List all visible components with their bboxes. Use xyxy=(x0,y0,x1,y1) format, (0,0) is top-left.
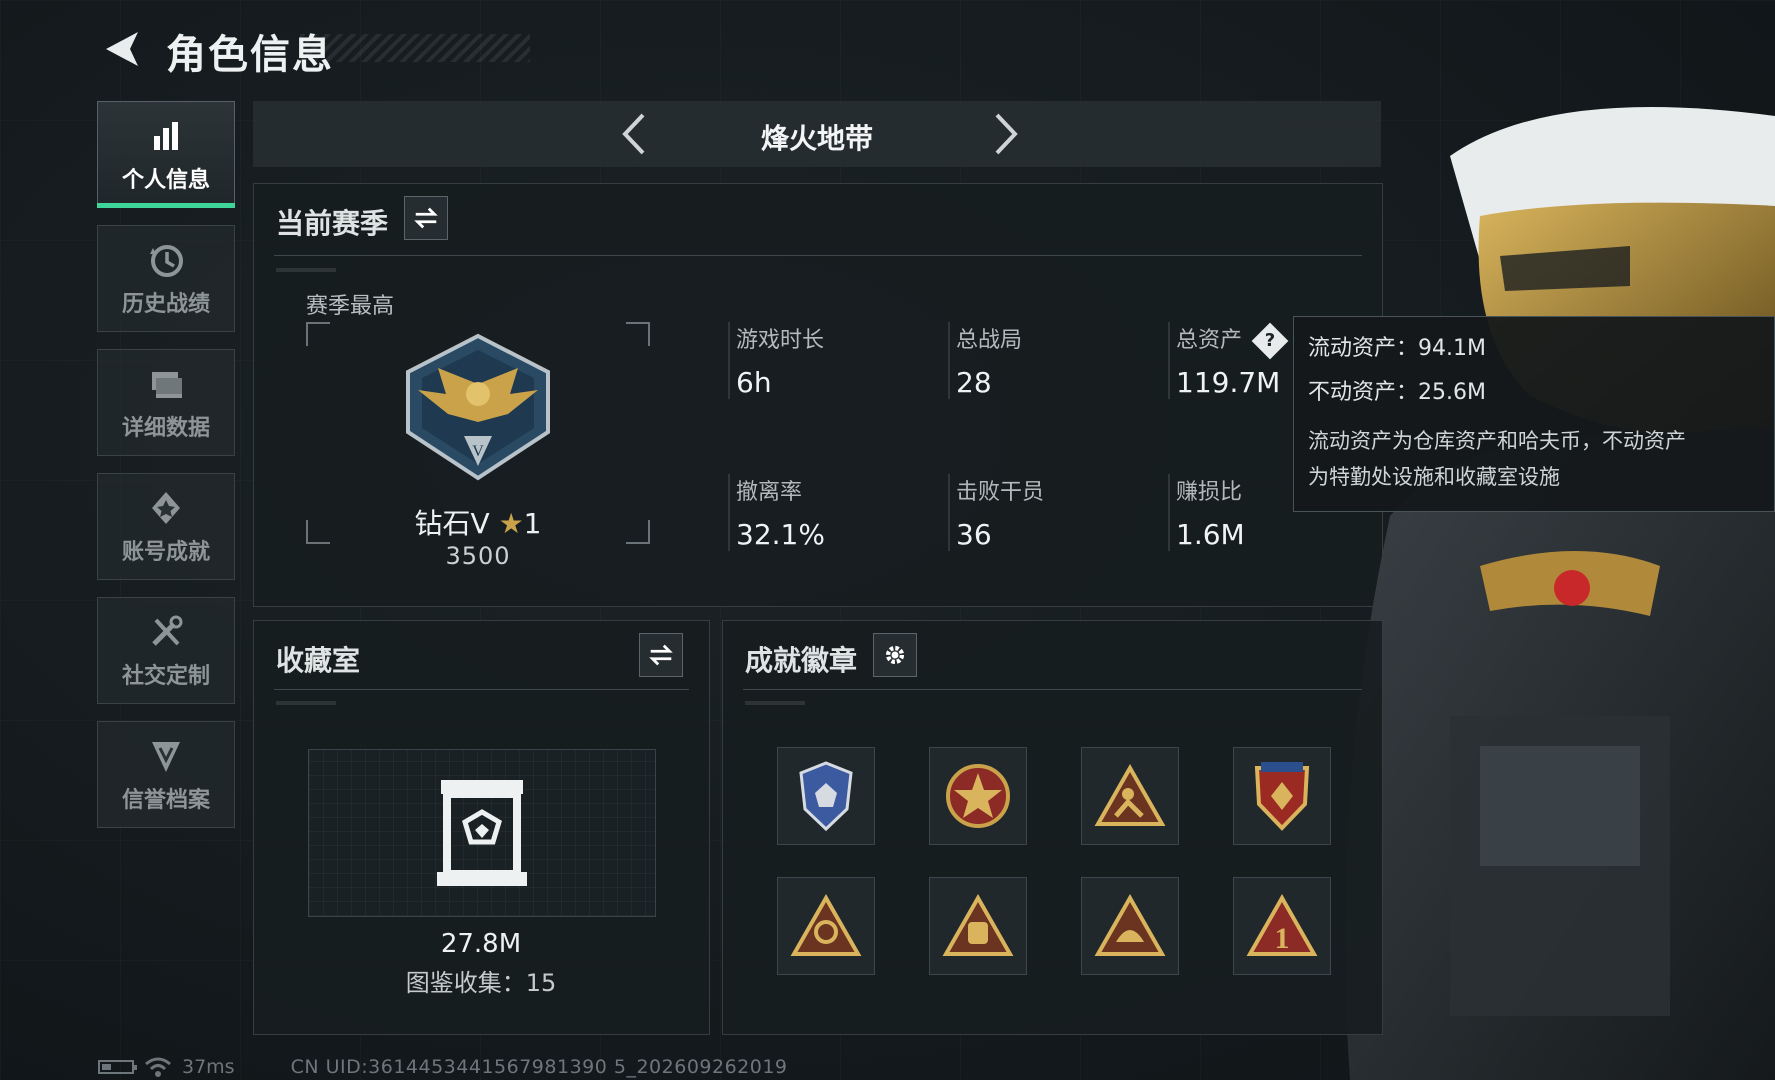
collection-panel: 收藏室 27.8M 图鉴收集：15 xyxy=(253,620,710,1035)
chevron-right-icon xyxy=(995,113,1018,155)
rank-name: 钻石V xyxy=(414,507,490,540)
sidebar-item-reputation[interactable]: 信誉档案 xyxy=(97,721,235,828)
police-badge-icon xyxy=(799,761,853,832)
badge-panel: 成就徽章 1 xyxy=(722,620,1383,1035)
badge-slot[interactable] xyxy=(777,877,875,975)
vault-display-case-icon xyxy=(437,780,527,886)
asset-note-line: 流动资产为仓库资产和哈夫币，不动资产 xyxy=(1308,429,1686,453)
user-id: CN UID:3614453441567981390 5_20260926201… xyxy=(290,1056,788,1078)
vault-card[interactable] xyxy=(308,749,656,917)
subtitle-decoration xyxy=(745,701,805,705)
rank-star-icon: ★ xyxy=(498,507,524,540)
history-icon xyxy=(150,244,183,277)
badge-slot[interactable] xyxy=(1233,747,1331,845)
stat-kills: 击败干员 36 xyxy=(948,474,1146,551)
divider xyxy=(743,689,1362,690)
catalog-count: 图鉴收集：15 xyxy=(405,969,557,997)
gear-icon xyxy=(885,645,905,665)
rank-score: 3500 xyxy=(445,542,511,570)
badge-title: 成就徽章 xyxy=(745,644,858,677)
divider xyxy=(274,255,1362,256)
sidebar: 个人信息 历史战绩 详细数据 账号成就 社交定制 信誉档案 xyxy=(97,101,235,845)
triangle-hands-icon xyxy=(790,894,862,956)
svg-text:V: V xyxy=(472,443,484,460)
vault-value: 27.8M xyxy=(440,929,522,959)
diamond-rank-emblem-icon: V xyxy=(406,333,550,481)
sidebar-item-achievements[interactable]: 账号成就 xyxy=(97,473,235,580)
sidebar-item-label: 社交定制 xyxy=(121,663,210,689)
season-best-label: 赛季最高 xyxy=(306,294,395,319)
badge-slot[interactable] xyxy=(1081,877,1179,975)
stat-extraction-rate: 撤离率 32.1% xyxy=(728,474,926,551)
sidebar-item-label: 个人信息 xyxy=(121,167,210,193)
swap-icon xyxy=(649,644,673,666)
liquid-assets: 流动资产：94.1M xyxy=(1308,336,1486,361)
battery-icon xyxy=(98,1060,137,1074)
sidebar-item-label: 账号成就 xyxy=(121,539,210,565)
asset-tooltip: 流动资产：94.1M 不动资产：25.6M 流动资产为仓库资产和哈夫币，不动资产… xyxy=(1293,316,1775,512)
divider xyxy=(274,689,689,690)
season-panel: 当前赛季 赛季最高 V 钻石V ★1 3500 游戏时长 6h 总战局 28 总… xyxy=(253,183,1383,607)
crest-shield-icon xyxy=(1254,762,1310,831)
stat-playtime: 游戏时长 6h xyxy=(728,322,926,399)
stat-label: 撤离率 xyxy=(736,480,803,505)
ping: 37ms xyxy=(182,1056,235,1078)
triangle-runner-icon xyxy=(1094,764,1166,826)
bar-chart-icon xyxy=(154,121,178,150)
data-stack-icon xyxy=(152,371,182,398)
stat-label: 总战局 xyxy=(956,328,1023,353)
badge-settings-button[interactable] xyxy=(873,633,917,677)
shield-emblem-icon xyxy=(152,741,180,772)
rank-name-row: 钻石V ★1 xyxy=(306,502,650,542)
stat-label-text: 总资产 xyxy=(1176,328,1243,353)
sidebar-item-history[interactable]: 历史战绩 xyxy=(97,225,235,332)
back-arrow-icon xyxy=(106,32,138,66)
sidebar-item-personal-info[interactable]: 个人信息 xyxy=(97,101,235,208)
badge-slot[interactable] xyxy=(1081,747,1179,845)
sidebar-item-label: 历史战绩 xyxy=(121,291,210,317)
mode-title: 烽火地带 xyxy=(760,122,873,155)
next-mode-button[interactable] xyxy=(981,111,1027,157)
badge-slot[interactable] xyxy=(777,747,875,845)
switch-collection-button[interactable] xyxy=(639,633,683,677)
achievement-icon xyxy=(152,491,180,524)
tools-icon xyxy=(152,615,183,646)
triangle-number-one-icon: 1 xyxy=(1246,894,1318,956)
stat-value: 36 xyxy=(956,518,992,551)
rank-stars: 1 xyxy=(523,507,542,540)
triangle-helmet-icon xyxy=(1094,894,1166,956)
fixed-assets: 不动资产：25.6M xyxy=(1308,380,1486,405)
stat-value: 6h xyxy=(736,366,772,399)
stat-value: 28 xyxy=(956,366,992,399)
switch-season-button[interactable] xyxy=(404,196,448,240)
stat-label: 游戏时长 xyxy=(736,328,825,353)
asset-note-line: 为特勤处设施和收藏室设施 xyxy=(1308,465,1560,489)
badge-slot[interactable] xyxy=(929,747,1027,845)
subtitle-decoration xyxy=(276,701,336,705)
svg-text:1: 1 xyxy=(1275,922,1290,955)
stat-total-matches: 总战局 28 xyxy=(948,322,1146,399)
help-icon[interactable]: ? xyxy=(1251,322,1289,360)
swap-icon xyxy=(414,207,438,229)
collection-title: 收藏室 xyxy=(276,644,361,677)
sidebar-item-label: 详细数据 xyxy=(121,415,210,441)
title-decoration xyxy=(300,34,530,62)
mode-selector: 烽火地带 xyxy=(253,101,1381,167)
wifi-icon xyxy=(145,1057,171,1077)
stat-label: 击败干员 xyxy=(956,480,1045,505)
badge-slot[interactable]: 1 xyxy=(1233,877,1331,975)
badge-slot[interactable] xyxy=(929,877,1027,975)
asset-note: 流动资产为仓库资产和哈夫币，不动资产 为特勤处设施和收藏室设施 xyxy=(1308,423,1760,495)
sidebar-item-label: 信誉档案 xyxy=(121,787,210,813)
character-portrait xyxy=(1345,107,1775,1080)
stat-value: 32.1% xyxy=(736,518,825,551)
season-title: 当前赛季 xyxy=(276,207,389,240)
triangle-backpack-icon xyxy=(942,894,1014,956)
sidebar-item-social[interactable]: 社交定制 xyxy=(97,597,235,704)
back-button[interactable] xyxy=(98,26,144,72)
sidebar-item-details[interactable]: 详细数据 xyxy=(97,349,235,456)
star-medal-icon xyxy=(946,764,1010,828)
subtitle-decoration xyxy=(276,268,336,272)
status-footer: 37ms CN UID:3614453441567981390 5_202609… xyxy=(98,1056,788,1078)
